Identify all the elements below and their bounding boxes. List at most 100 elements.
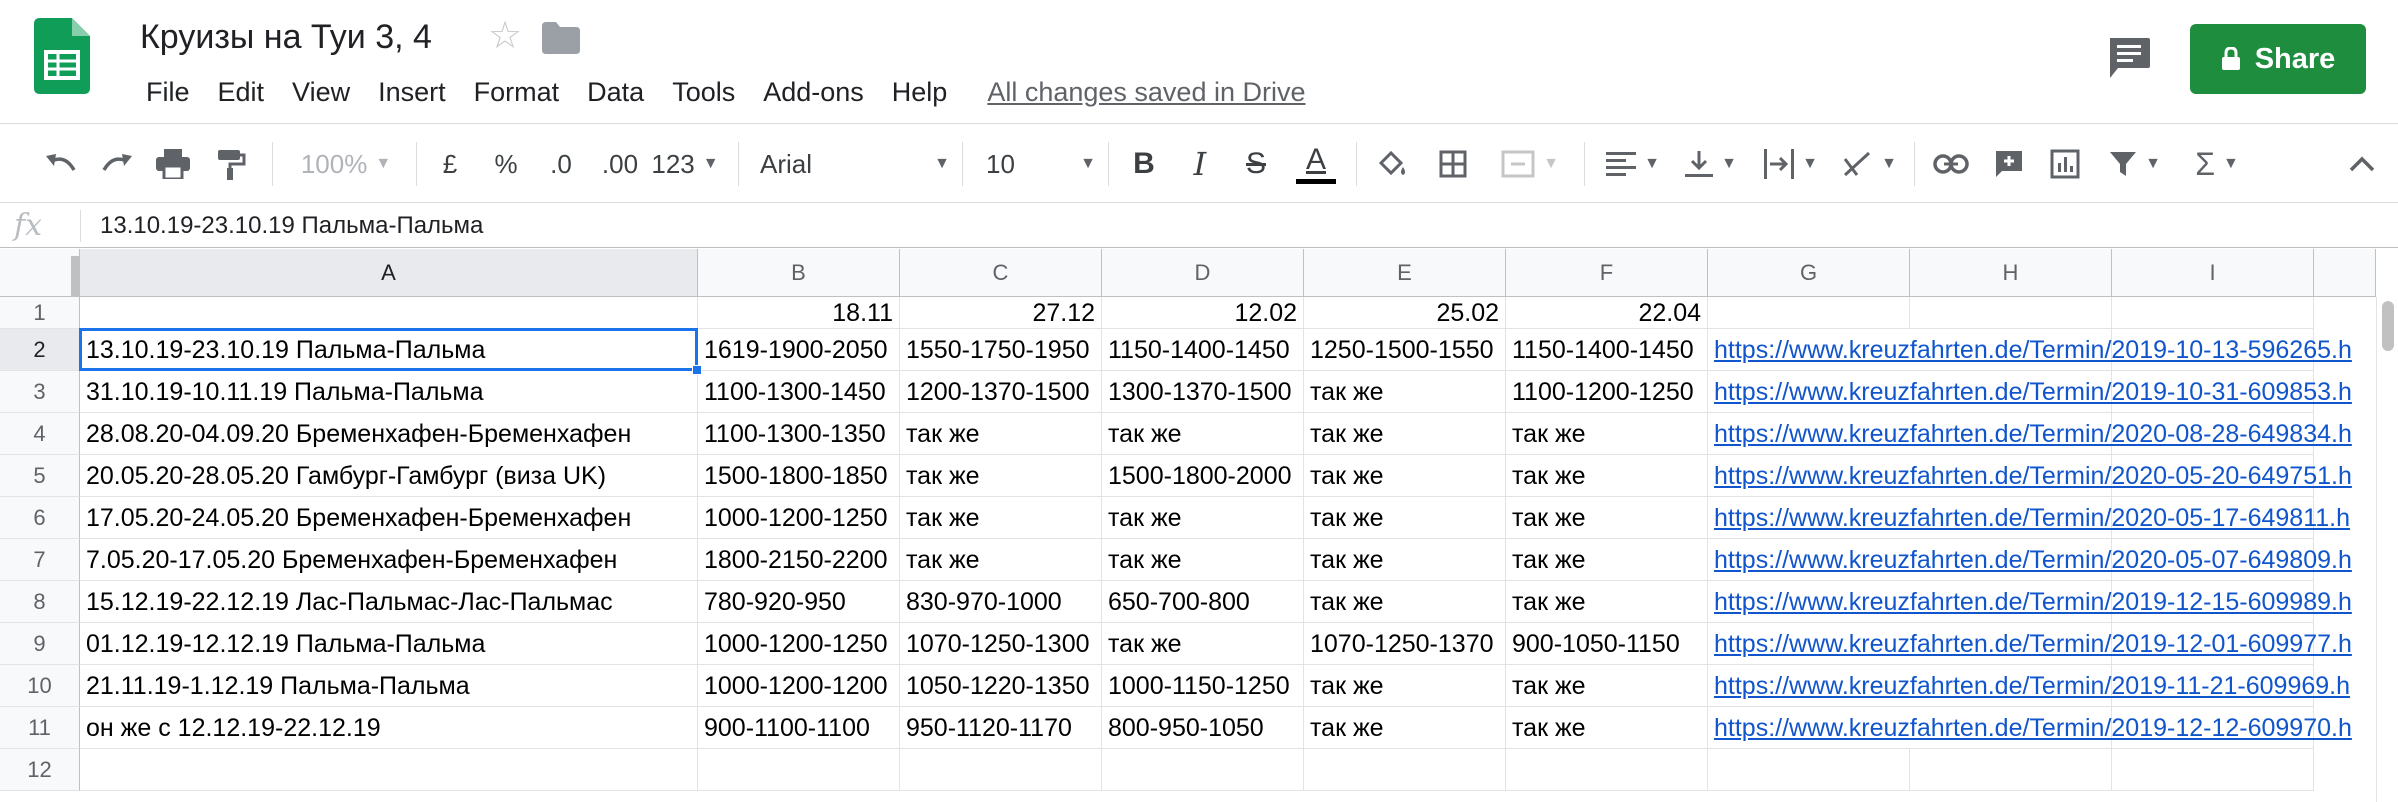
cell[interactable]: так же (900, 413, 1102, 455)
cell[interactable]: так же (1506, 707, 1708, 749)
cell[interactable]: 1150-1400-1450 (1102, 329, 1304, 371)
cell[interactable] (1910, 749, 2112, 791)
cell[interactable]: так же (1304, 539, 1506, 581)
vertical-align-icon[interactable]: ▼ (1676, 124, 1746, 204)
folder-icon[interactable] (542, 22, 580, 54)
cell[interactable]: 950-1120-1170 (900, 707, 1102, 749)
cell[interactable]: 31.10.19-10.11.19 Пальма-Пальма (80, 371, 698, 413)
cell[interactable]: 12.02 (1102, 297, 1304, 329)
cell[interactable]: 780-920-950 (698, 581, 900, 623)
select-all-corner[interactable] (0, 249, 80, 297)
cell[interactable]: так же (1506, 539, 1708, 581)
cell-link[interactable]: https://www.kreuzfahrten.de/Termin/2020-… (1708, 539, 2352, 581)
font-size-select[interactable]: 10 ▼ (986, 124, 1096, 204)
text-color-button[interactable]: A (1290, 124, 1342, 204)
cell[interactable]: 1100-1300-1450 (698, 371, 900, 413)
redo-icon[interactable] (92, 124, 142, 204)
cell[interactable]: 7.05.20-17.05.20 Бременхафен-Бременхафен (80, 539, 698, 581)
row-header-1[interactable]: 1 (0, 297, 80, 329)
cell[interactable]: 1300-1370-1500 (1102, 371, 1304, 413)
menu-help[interactable]: Help (878, 73, 962, 111)
cell[interactable]: 1619-1900-2050 (698, 329, 900, 371)
print-icon[interactable] (148, 124, 198, 204)
cell-link[interactable]: https://www.kreuzfahrten.de/Termin/2019-… (1708, 665, 2350, 707)
cell[interactable]: 17.05.20-24.05.20 Бременхафен-Бременхафе… (80, 497, 698, 539)
row-header-4[interactable]: 4 (0, 413, 80, 455)
cell[interactable] (80, 749, 698, 791)
percent-format-button[interactable]: % (484, 124, 528, 204)
cell[interactable]: 800-950-1050 (1102, 707, 1304, 749)
cell[interactable]: 25.02 (1304, 297, 1506, 329)
filter-icon[interactable]: ▼ (2100, 124, 2170, 204)
cell[interactable]: так же (1304, 497, 1506, 539)
cell[interactable]: 27.12 (900, 297, 1102, 329)
row-header-9[interactable]: 9 (0, 623, 80, 665)
cell[interactable]: 1000-1200-1250 (698, 497, 900, 539)
cell[interactable]: так же (1304, 455, 1506, 497)
cell[interactable] (2112, 297, 2314, 329)
cell[interactable]: так же (1102, 623, 1304, 665)
cell-link[interactable]: https://www.kreuzfahrten.de/Termin/2019-… (1708, 707, 2352, 749)
strikethrough-button[interactable]: S (1232, 124, 1280, 204)
cell[interactable]: так же (1506, 413, 1708, 455)
cell[interactable]: так же (1304, 371, 1506, 413)
cell[interactable]: 900-1050-1150 (1506, 623, 1708, 665)
cell[interactable]: так же (1304, 707, 1506, 749)
cell[interactable] (1708, 749, 1910, 791)
cell[interactable]: 1070-1250-1300 (900, 623, 1102, 665)
cell[interactable]: 900-1100-1100 (698, 707, 900, 749)
menu-format[interactable]: Format (460, 73, 574, 111)
column-header-f[interactable]: F (1506, 249, 1708, 297)
cell[interactable]: так же (1506, 665, 1708, 707)
insert-chart-icon[interactable] (2040, 124, 2090, 204)
cell[interactable]: 1200-1370-1500 (900, 371, 1102, 413)
cell[interactable]: так же (1506, 497, 1708, 539)
cell-link[interactable]: https://www.kreuzfahrten.de/Termin/2019-… (1708, 581, 2352, 623)
row-header-7[interactable]: 7 (0, 539, 80, 581)
sheets-logo-icon[interactable] (34, 18, 90, 94)
row-header-8[interactable]: 8 (0, 581, 80, 623)
row-header-10[interactable]: 10 (0, 665, 80, 707)
horizontal-align-icon[interactable]: ▼ (1598, 124, 1668, 204)
cell[interactable] (2112, 749, 2314, 791)
cell-link[interactable]: https://www.kreuzfahrten.de/Termin/2020-… (1708, 413, 2352, 455)
cell[interactable]: 18.11 (698, 297, 900, 329)
cell[interactable]: так же (1304, 413, 1506, 455)
decrease-decimal-button[interactable]: .0 (536, 124, 586, 204)
cell-link[interactable]: https://www.kreuzfahrten.de/Termin/2020-… (1708, 497, 2350, 539)
cell[interactable]: так же (1506, 581, 1708, 623)
menu-tools[interactable]: Tools (658, 73, 749, 111)
cell[interactable]: 1070-1250-1370 (1304, 623, 1506, 665)
menu-edit[interactable]: Edit (204, 73, 279, 111)
cell[interactable]: 1000-1200-1200 (698, 665, 900, 707)
cell[interactable]: так же (1102, 497, 1304, 539)
fill-handle[interactable] (692, 365, 702, 375)
column-header-c[interactable]: C (900, 249, 1102, 297)
cell[interactable]: 28.08.20-04.09.20 Бременхафен-Бременхафе… (80, 413, 698, 455)
cell[interactable]: 1500-1800-1850 (698, 455, 900, 497)
cell[interactable]: так же (900, 497, 1102, 539)
cell[interactable]: 15.12.19-22.12.19 Лас-Пальмас-Лас-Пальма… (80, 581, 698, 623)
cell[interactable]: 13.10.19-23.10.19 Пальма-Пальма (80, 329, 698, 371)
cell-link[interactable]: https://www.kreuzfahrten.de/Termin/2019-… (1708, 371, 2352, 413)
cell[interactable]: так же (1102, 539, 1304, 581)
cell[interactable]: 1100-1300-1350 (698, 413, 900, 455)
undo-icon[interactable] (36, 124, 86, 204)
cell[interactable]: 1250-1500-1550 (1304, 329, 1506, 371)
cell[interactable]: так же (1304, 581, 1506, 623)
cell[interactable]: 21.11.19-1.12.19 Пальма-Пальма (80, 665, 698, 707)
cell[interactable]: 1800-2150-2200 (698, 539, 900, 581)
collapse-toolbar-icon[interactable] (2342, 124, 2382, 204)
column-header-g[interactable]: G (1708, 249, 1910, 297)
cell[interactable]: 1050-1220-1350 (900, 665, 1102, 707)
document-title[interactable]: Круизы на Туи 3, 4 (140, 14, 432, 60)
cell[interactable]: так же (1304, 665, 1506, 707)
insert-comment-icon[interactable] (1984, 124, 2034, 204)
star-icon[interactable]: ☆ (488, 16, 522, 56)
paint-format-icon[interactable] (206, 124, 256, 204)
cell[interactable]: 650-700-800 (1102, 581, 1304, 623)
column-header-e[interactable]: E (1304, 249, 1506, 297)
italic-button[interactable]: I (1176, 124, 1224, 204)
menu-insert[interactable]: Insert (364, 73, 460, 111)
functions-icon[interactable]: Σ ▼ (2184, 124, 2250, 204)
